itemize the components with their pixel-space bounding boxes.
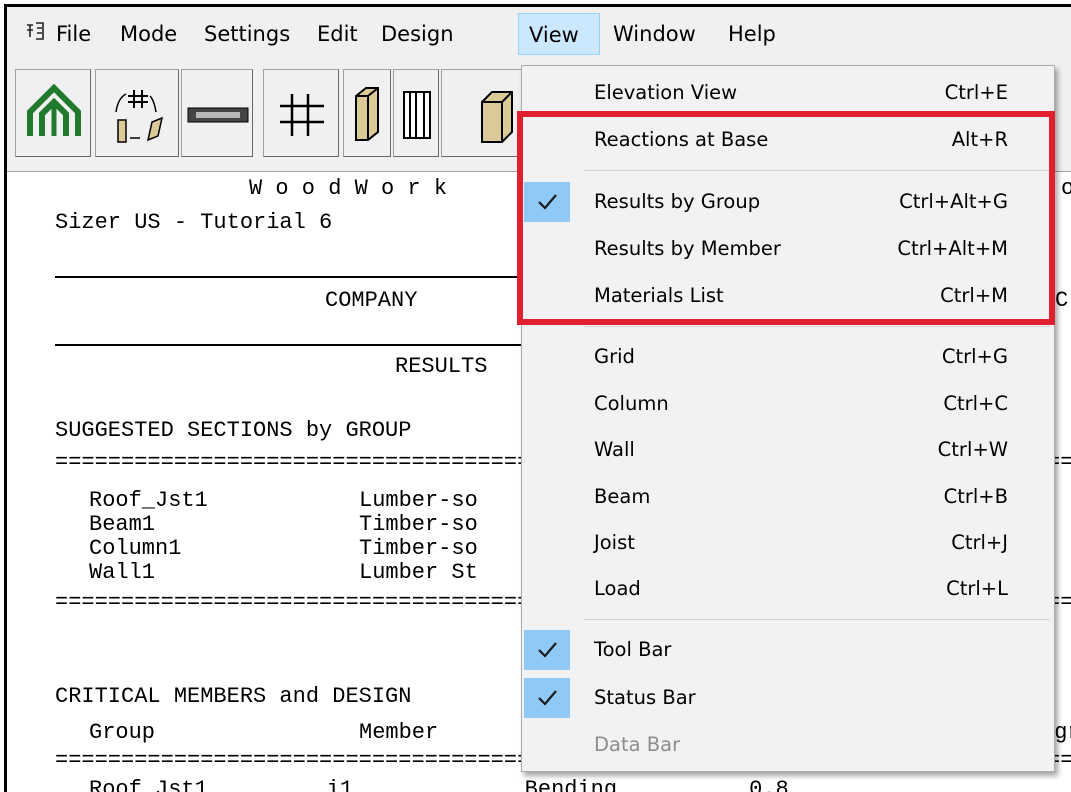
grid-icon bbox=[280, 94, 324, 136]
beam-button[interactable] bbox=[181, 69, 253, 157]
menu-view[interactable]: View bbox=[518, 13, 600, 55]
divider bbox=[55, 344, 525, 346]
group-type: Timber-so bbox=[359, 536, 478, 561]
checkmark-icon bbox=[538, 690, 557, 706]
double-rule: ========================================… bbox=[55, 450, 525, 475]
divider bbox=[55, 276, 525, 278]
menu-item-wall[interactable]: Wall Ctrl+W bbox=[522, 427, 1054, 473]
menu-separator bbox=[584, 326, 1050, 327]
menu-item-data-bar: Data Bar bbox=[522, 722, 1054, 768]
menu-item-label: Grid bbox=[594, 345, 635, 368]
check-indicator bbox=[524, 630, 570, 670]
menu-item-label: Wall bbox=[594, 438, 635, 461]
menu-edit[interactable]: Edit bbox=[308, 13, 367, 55]
app-icon[interactable] bbox=[25, 21, 45, 46]
grid-button[interactable] bbox=[263, 69, 339, 157]
menu-item-label: Elevation View bbox=[594, 81, 738, 104]
menu-item-load[interactable]: Load Ctrl+L bbox=[522, 566, 1054, 612]
menu-window[interactable]: Window bbox=[604, 13, 705, 55]
group-type: Timber-so bbox=[359, 512, 478, 537]
menu-item-shortcut: Ctrl+G bbox=[941, 345, 1008, 368]
grid-move-icon bbox=[115, 90, 164, 143]
menu-item-label: Beam bbox=[594, 485, 651, 508]
column-icon bbox=[355, 87, 379, 141]
beam-icon bbox=[187, 107, 249, 123]
menu-item-label: Load bbox=[594, 577, 641, 600]
col-group: Group bbox=[89, 720, 156, 745]
results-label: RESULTS bbox=[395, 354, 488, 379]
doc-title: W o o d W o r k bbox=[249, 176, 448, 201]
menu-separator bbox=[584, 619, 1050, 620]
menu-item-shortcut: Ctrl+W bbox=[937, 438, 1008, 461]
menu-item-label: Status Bar bbox=[594, 686, 696, 709]
double-rule: ========================================… bbox=[55, 748, 525, 773]
company-tail: C bbox=[1055, 288, 1069, 313]
group-type: Lumber St bbox=[359, 560, 478, 585]
menu-item-shortcut: Ctrl+C bbox=[943, 392, 1008, 415]
member-layout-button[interactable] bbox=[95, 69, 179, 157]
group-name: Column1 bbox=[89, 536, 182, 561]
menu-settings[interactable]: Settings bbox=[195, 13, 299, 55]
roof-icon bbox=[27, 83, 81, 136]
roof-button[interactable] bbox=[15, 69, 91, 157]
suggested-heading: SUGGESTED SECTIONS by GROUP bbox=[55, 418, 412, 443]
column-button[interactable] bbox=[343, 69, 391, 157]
menu-item-elevation-view[interactable]: Elevation View Ctrl+E bbox=[522, 70, 1054, 116]
menu-design[interactable]: Design bbox=[372, 13, 463, 55]
menu-item-shortcut: Ctrl+B bbox=[943, 485, 1008, 508]
menu-file[interactable]: File bbox=[47, 13, 100, 55]
menu-item-label: Tool Bar bbox=[594, 638, 672, 661]
menu-item-status-bar[interactable]: Status Bar bbox=[522, 675, 1054, 721]
menu-item-grid[interactable]: Grid Ctrl+G bbox=[522, 334, 1054, 380]
highlight-annotation-box bbox=[517, 111, 1055, 325]
check-indicator bbox=[524, 678, 570, 718]
menu-item-tool-bar[interactable]: Tool Bar bbox=[522, 627, 1054, 673]
menu-help[interactable]: Help bbox=[719, 13, 785, 55]
company-label: COMPANY bbox=[325, 288, 418, 313]
menu-item-shortcut: Ctrl+E bbox=[944, 81, 1008, 104]
group-name: Wall1 bbox=[89, 560, 156, 585]
bottom-row: Roof_Jst1 i1 Bending 0.8 bbox=[89, 777, 789, 792]
menu-item-label: Data Bar bbox=[594, 733, 681, 756]
menu-item-label: Column bbox=[594, 392, 669, 415]
menu-item-shortcut: Ctrl+L bbox=[946, 577, 1008, 600]
menu-item-label: Joist bbox=[594, 531, 635, 554]
menu-item-shortcut: Ctrl+J bbox=[951, 531, 1008, 554]
menu-mode[interactable]: Mode bbox=[111, 13, 186, 55]
menu-bar: File Mode Settings Edit Design View Wind… bbox=[7, 7, 1071, 59]
menu-item-joist[interactable]: Joist Ctrl+J bbox=[522, 520, 1054, 566]
wall-icon bbox=[403, 91, 431, 139]
critical-heading: CRITICAL MEMBERS and DESIGN bbox=[55, 684, 412, 709]
group-name: Roof_Jst1 bbox=[89, 488, 208, 513]
app-window: File Mode Settings Edit Design View Wind… bbox=[4, 4, 1071, 792]
doc-subtitle: Sizer US - Tutorial 6 bbox=[55, 210, 333, 235]
wall-button[interactable] bbox=[393, 69, 439, 157]
menu-item-beam[interactable]: Beam Ctrl+B bbox=[522, 474, 1054, 520]
checkmark-icon bbox=[538, 642, 557, 658]
doc-title-tail: o bbox=[1061, 176, 1071, 201]
col-member: Member bbox=[359, 720, 439, 745]
menu-item-column[interactable]: Column Ctrl+C bbox=[522, 381, 1054, 427]
double-rule: ========================================… bbox=[55, 590, 525, 615]
group-type: Lumber-so bbox=[359, 488, 478, 513]
group-name: Beam1 bbox=[89, 512, 156, 537]
